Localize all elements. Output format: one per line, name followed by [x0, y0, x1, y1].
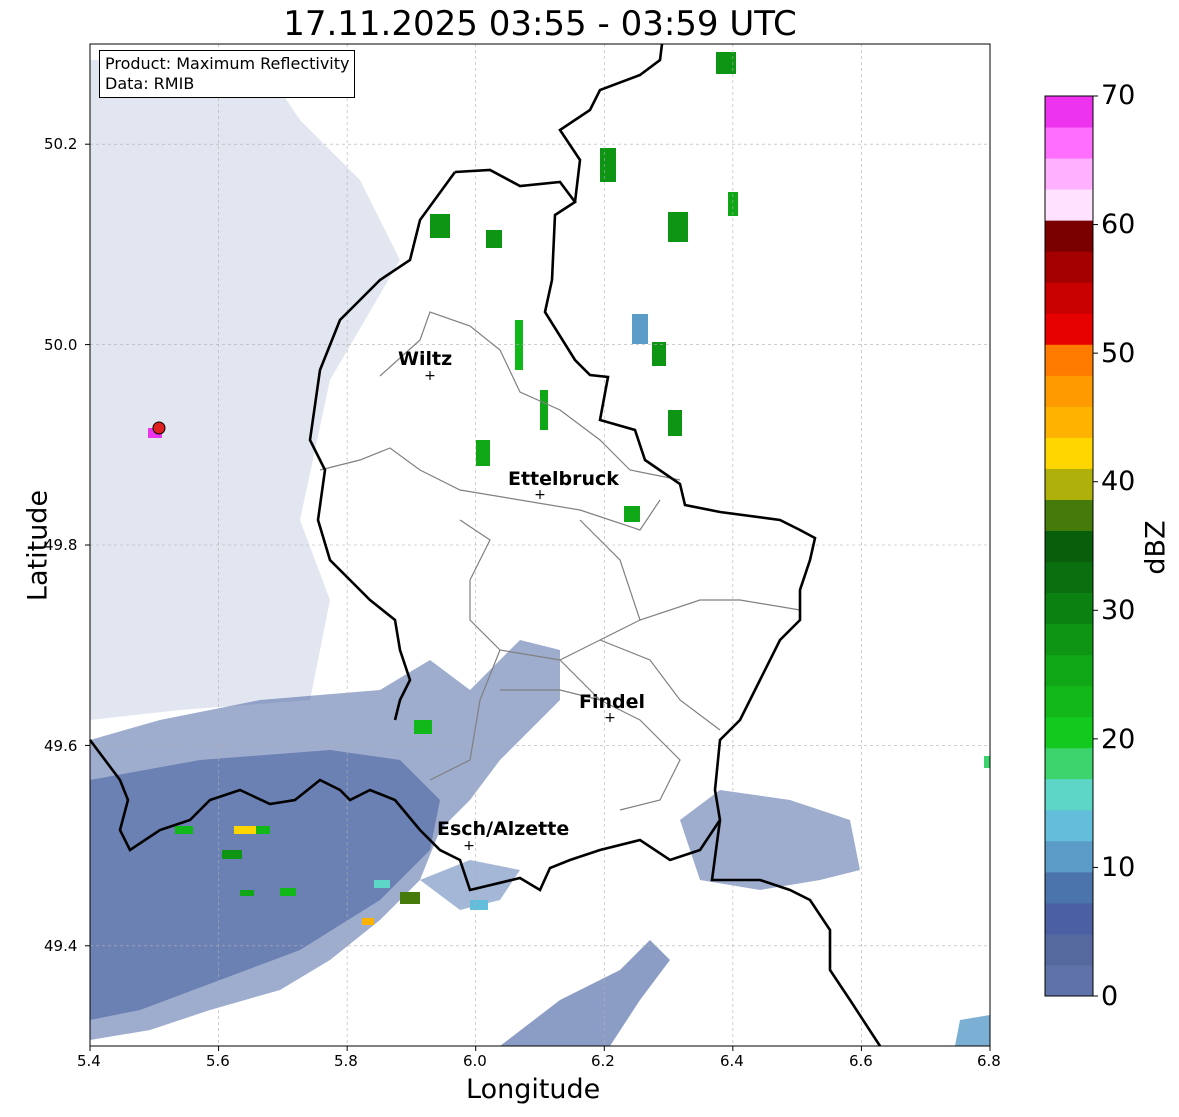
- echo-cell: [476, 440, 490, 466]
- colorbar-swatch: [1045, 809, 1093, 842]
- product-label: Product: Maximum Reflectivity: [105, 54, 350, 73]
- colorbar-swatch: [1045, 964, 1093, 997]
- x-tick-label: 6.8: [977, 1052, 1001, 1070]
- colorbar-swatch: [1045, 592, 1093, 625]
- x-tick-label: 5.8: [334, 1052, 358, 1070]
- colorbar-tick-label: 10: [1101, 852, 1136, 883]
- city-label-findel: Findel: [579, 691, 646, 713]
- echo-cell: [515, 320, 523, 370]
- echo-cell: [362, 918, 374, 925]
- colorbar-swatch: [1045, 561, 1093, 594]
- echo-cell: [624, 506, 640, 522]
- echo-cell: [632, 314, 648, 344]
- city-label-wiltz: Wiltz: [398, 348, 453, 370]
- colorbar-swatch: [1045, 623, 1093, 656]
- colorbar-swatch: [1045, 778, 1093, 811]
- echo-cell: [374, 880, 390, 888]
- echo-cell: [256, 826, 270, 834]
- y-tick-label: 49.6: [44, 737, 78, 755]
- colorbar-swatch: [1045, 902, 1093, 935]
- legend-box: Product: Maximum Reflectivity Data: RMIB: [99, 50, 356, 98]
- echo-cell: [600, 148, 616, 182]
- y-tick-label: 50.0: [44, 336, 78, 354]
- colorbar-tick-label: 0: [1101, 981, 1119, 1012]
- colorbar-swatch: [1045, 530, 1093, 563]
- colorbar-swatch: [1045, 499, 1093, 531]
- x-axis-label: Longitude: [466, 1074, 601, 1105]
- colorbar-swatch: [1045, 220, 1093, 252]
- colorbar-swatch: [1045, 871, 1093, 904]
- data-source-label: Data: RMIB: [105, 74, 195, 93]
- colorbar-tick-label: 70: [1101, 80, 1136, 111]
- city-label-esch: Esch/Alzette: [437, 818, 570, 840]
- colorbar-swatch: [1045, 189, 1093, 221]
- y-tick-label: 50.2: [44, 135, 78, 153]
- x-tick-label: 6.4: [720, 1052, 744, 1070]
- colorbar-swatch: [1045, 747, 1093, 780]
- y-tick-label: 49.4: [44, 937, 78, 955]
- colorbar-swatch: [1045, 375, 1093, 407]
- y-axis-label: Latitude: [22, 489, 54, 602]
- x-tick-label: 5.6: [206, 1052, 230, 1070]
- colorbar-tick-label: 60: [1101, 209, 1136, 240]
- colorbar-swatch: [1045, 716, 1093, 749]
- echo-cell: [175, 826, 193, 834]
- x-tick-label: 6.0: [463, 1052, 487, 1070]
- echo-cell: [234, 826, 256, 834]
- city-marker-wiltz: +: [424, 368, 436, 384]
- colorbar-swatch: [1045, 282, 1093, 314]
- colorbar-tick-label: 40: [1101, 466, 1136, 497]
- echo-cell: [486, 230, 502, 248]
- colorbar-swatch: [1045, 158, 1093, 190]
- colorbar-swatch: [1045, 685, 1093, 718]
- colorbar: [1044, 95, 1098, 997]
- x-tick-label: 5.4: [77, 1052, 101, 1070]
- radar-site-marker: [152, 421, 166, 435]
- colorbar-tick-label: 50: [1101, 338, 1136, 369]
- echo-cell: [984, 756, 990, 768]
- colorbar-unit-label: dBZ: [1140, 520, 1172, 575]
- colorbar-swatch: [1045, 96, 1093, 128]
- x-tick-label: 6.2: [591, 1052, 615, 1070]
- colorbar-swatch: [1045, 313, 1093, 345]
- colorbar-swatch: [1045, 344, 1093, 376]
- echo-cell: [280, 888, 296, 896]
- colorbar-swatch: [1045, 933, 1093, 966]
- echo-cell: [668, 410, 682, 436]
- echo-cell: [414, 720, 432, 734]
- echo-cell: [470, 900, 488, 910]
- colorbar-swatch: [1045, 437, 1093, 469]
- radar-map: + + + +: [85, 43, 1098, 1051]
- echo-cell: [400, 892, 420, 904]
- colorbar-tick-label: 20: [1101, 724, 1136, 755]
- colorbar-swatch: [1045, 840, 1093, 873]
- colorbar-swatch: [1045, 406, 1093, 438]
- echo-cell: [430, 214, 450, 238]
- echo-cell: [668, 212, 688, 242]
- colorbar-swatch: [1045, 127, 1093, 159]
- city-label-ettelbruck: Ettelbruck: [508, 468, 619, 490]
- echo-cell: [652, 342, 666, 366]
- x-tick-label: 6.6: [849, 1052, 873, 1070]
- colorbar-swatch: [1045, 654, 1093, 687]
- echo-cell: [540, 390, 548, 430]
- echo-cell: [240, 890, 254, 896]
- echo-cell: [222, 850, 242, 859]
- city-marker-esch: +: [463, 838, 475, 854]
- colorbar-swatch: [1045, 251, 1093, 283]
- colorbar-tick-label: 30: [1101, 595, 1136, 626]
- colorbar-swatch: [1045, 468, 1093, 500]
